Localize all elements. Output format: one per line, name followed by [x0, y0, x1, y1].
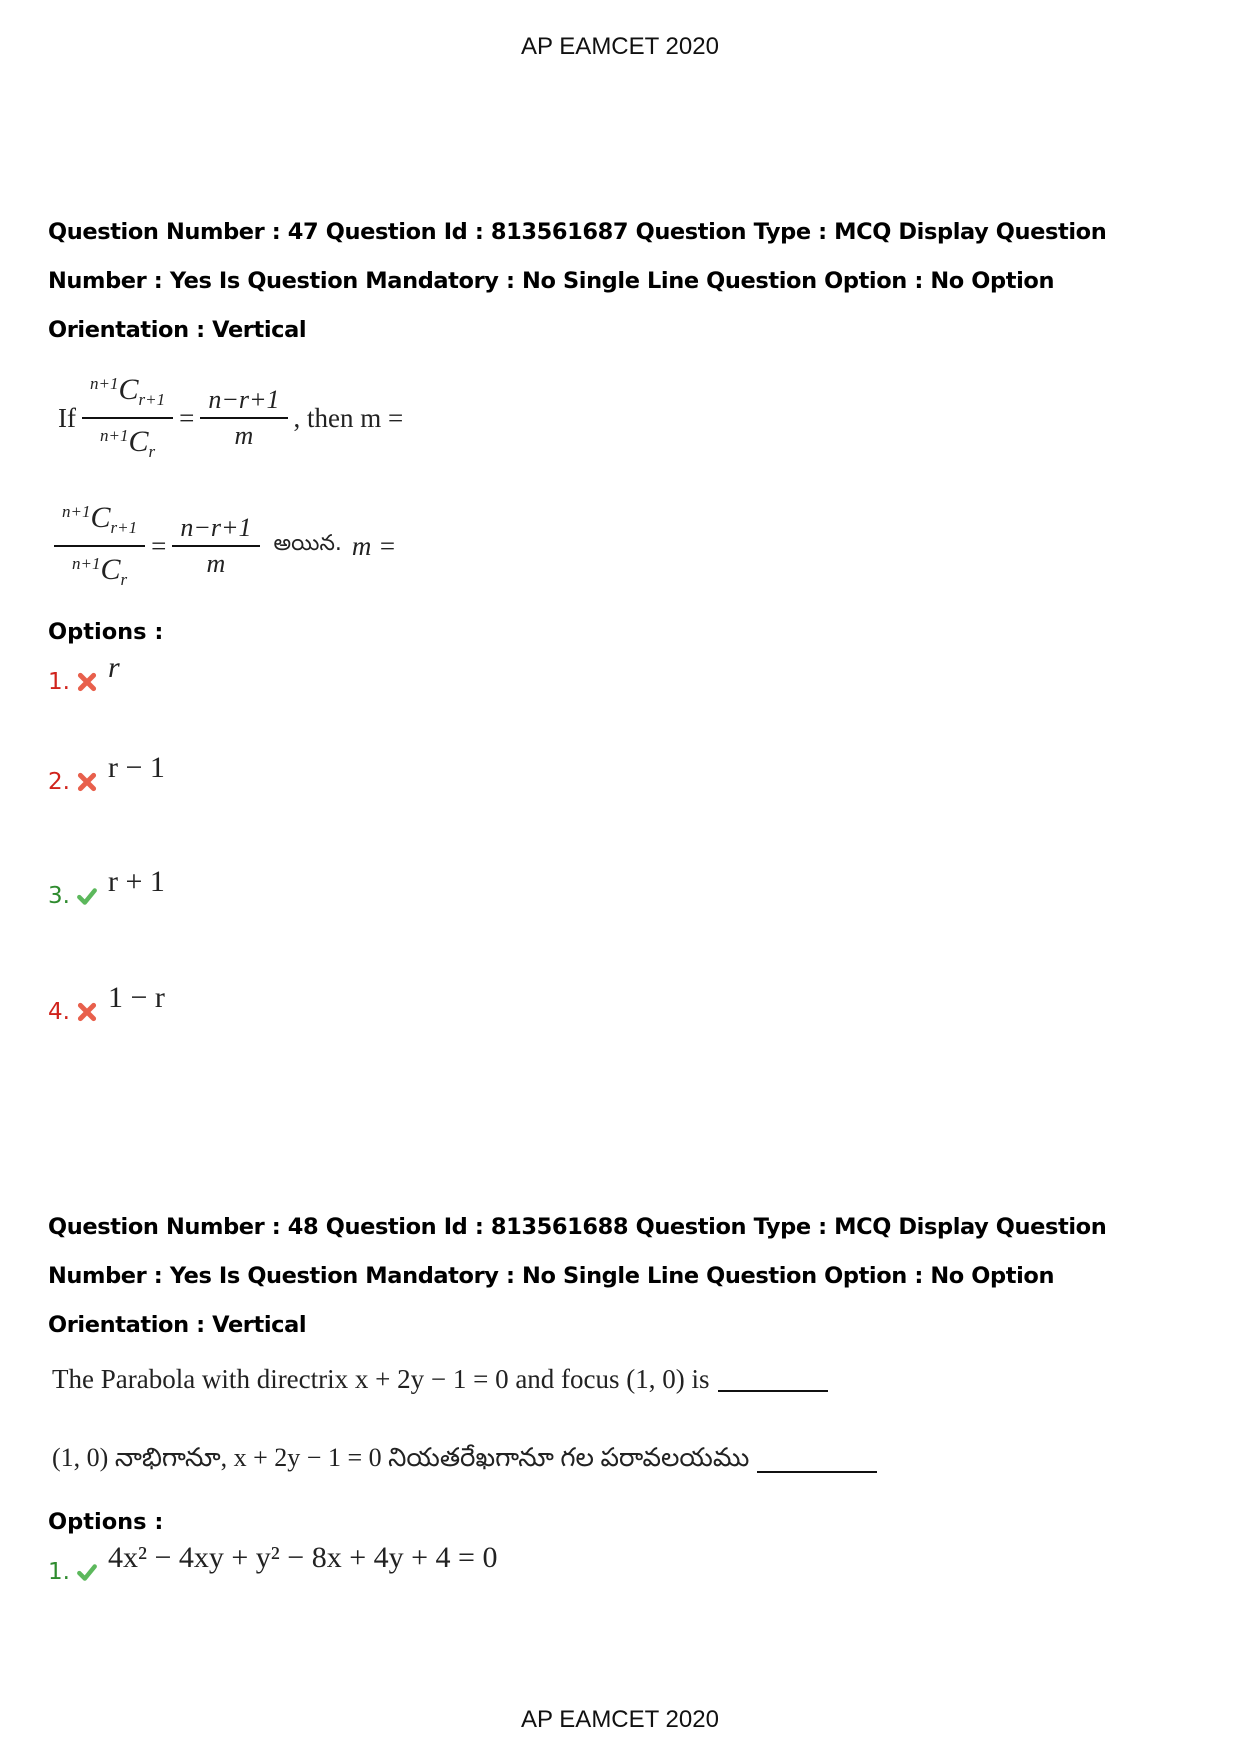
meta-line-2: Number : Yes Is Question Mandatory : No …: [48, 268, 1055, 294]
telugu-word: అయిన.: [273, 531, 342, 556]
question-meta: Question Number : 48 Question Id : 81356…: [48, 1203, 1198, 1350]
base: C: [128, 425, 149, 458]
question-stem-english: The Parabola with directrix x + 2y − 1 =…: [52, 1364, 1198, 1395]
sub: r: [148, 442, 156, 461]
option-text: r + 1: [107, 865, 165, 898]
meta-line-3: Orientation : Vertical: [48, 317, 307, 343]
stem-text: The Parabola with directrix x + 2y − 1 =…: [52, 1364, 710, 1394]
sup: n+1: [71, 554, 101, 573]
option-number: 2.: [48, 769, 70, 795]
sub: r+1: [110, 518, 138, 537]
page-header: AP EAMCET 2020: [521, 33, 719, 60]
check-icon: [77, 888, 97, 905]
stem-text: (1, 0) నాభిగానూ, x + 2y − 1 = 0 నియతరేఖగ…: [52, 1443, 750, 1472]
option-4[interactable]: 4. 1 − r: [48, 981, 1198, 1025]
denominator: m: [206, 549, 226, 578]
meta-line-3: Orientation : Vertical: [48, 1312, 307, 1338]
equals-sign: =: [179, 402, 195, 433]
question-stem-telugu: (1, 0) నాభిగానూ, x + 2y − 1 = 0 నియతరేఖగ…: [52, 1443, 1198, 1479]
options-label: Options :: [48, 1509, 164, 1535]
sup: n+1: [62, 502, 91, 521]
sup: n+1: [99, 426, 129, 445]
meta-line-1: Question Number : 47 Question Id : 81356…: [48, 219, 1107, 245]
option-text: r − 1: [107, 751, 165, 784]
question-48: Question Number : 48 Question Id : 81356…: [48, 1203, 1198, 1585]
option-text: r: [108, 651, 120, 685]
question-stem-telugu: n+1Cr+1 n+1Cr = n−r+1 m అయిన. m =: [54, 495, 1198, 597]
equals-sign: =: [151, 530, 167, 561]
fraction-combination: n+1Cr+1 n+1Cr: [81, 367, 174, 469]
fraction-ratio: n−r+1 m: [172, 511, 260, 581]
cross-icon: [77, 1002, 97, 1022]
option-1[interactable]: 1. 4x² − 4xy + y² − 8x + 4y + 4 = 0: [48, 1541, 1198, 1585]
option-text: 1 − r: [107, 981, 165, 1014]
question-47: Question Number : 47 Question Id : 81356…: [48, 208, 1198, 1025]
page-footer: AP EAMCET 2020: [521, 1706, 719, 1733]
cross-icon: [77, 672, 97, 692]
base: C: [100, 553, 121, 586]
option-number: 3.: [48, 883, 70, 909]
option-1[interactable]: 1. r: [48, 651, 1198, 751]
question-stem-english: If n+1Cr+1 n+1Cr = n−r+1 m , then m =: [58, 367, 1198, 469]
cross-icon: [77, 772, 97, 792]
meta-line-1: Question Number : 48 Question Id : 81356…: [48, 1214, 1107, 1240]
answer-blank: [717, 1368, 828, 1392]
option-number: 4.: [48, 999, 70, 1025]
question-meta: Question Number : 47 Question Id : 81356…: [48, 208, 1198, 355]
answer-blank: [757, 1449, 878, 1473]
sup: n+1: [89, 374, 119, 393]
stem-suffix: , then m =: [293, 402, 404, 433]
base: C: [118, 373, 139, 406]
base: C: [90, 501, 111, 534]
check-icon: [77, 1564, 97, 1581]
denominator: m: [234, 421, 254, 450]
option-text: 4x² − 4xy + y² − 8x + 4y + 4 = 0: [107, 1541, 498, 1574]
sub: r+1: [138, 390, 166, 409]
meta-line-2: Number : Yes Is Question Mandatory : No …: [48, 1263, 1055, 1289]
option-number: 1.: [48, 1559, 70, 1585]
options-label: Options :: [48, 619, 164, 645]
fraction-combination: n+1Cr+1 n+1Cr: [54, 495, 146, 597]
stem-suffix: m =: [351, 530, 397, 561]
sub: r: [120, 570, 128, 589]
option-2[interactable]: 2. r − 1: [48, 751, 1198, 865]
numerator: n−r+1: [172, 511, 260, 547]
option-math: r: [107, 651, 120, 684]
fraction-ratio: n−r+1 m: [200, 383, 288, 453]
option-3[interactable]: 3. r + 1: [48, 865, 1198, 981]
stem-prefix: If: [58, 402, 76, 433]
option-number: 1.: [48, 669, 70, 695]
numerator: n−r+1: [200, 383, 288, 419]
